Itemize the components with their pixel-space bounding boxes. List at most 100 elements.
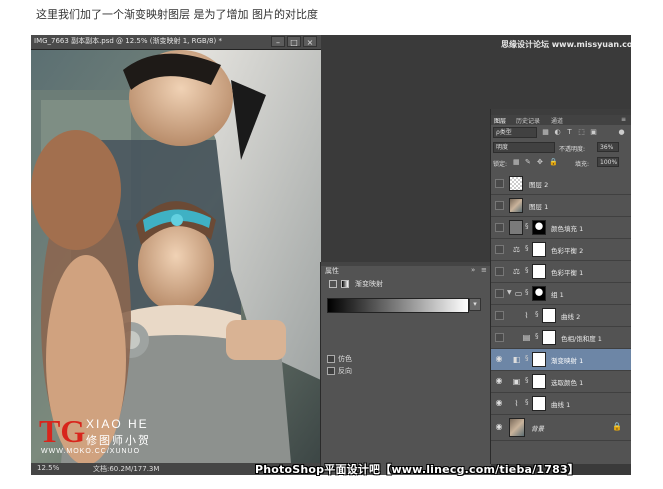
visibility-toggle[interactable] — [495, 245, 504, 254]
curves-icon: ⌇ — [514, 399, 519, 408]
lock-image-icon[interactable]: ✎ — [525, 158, 531, 166]
layer-row-selective-color-1[interactable]: ◉ ▣ § 选取颜色 1 — [491, 371, 631, 393]
layer-thumbnail — [509, 220, 523, 235]
color-balance-icon: ⚖ — [512, 267, 521, 276]
layer-row-color-balance-1[interactable]: ⚖ § 色彩平衡 1 — [491, 261, 631, 283]
chevron-down-icon[interactable]: ▼ — [507, 289, 512, 296]
layer-name: 色彩平衡 1 — [551, 269, 584, 277]
lock-transparent-icon[interactable]: ▦ — [513, 158, 520, 166]
eye-icon[interactable]: ◉ — [494, 422, 504, 432]
layer-row-hue-saturation-1[interactable]: ▤ § 色相/饱和度 1 — [491, 327, 631, 349]
visibility-toggle[interactable] — [495, 333, 504, 342]
layer-row-layer2[interactable]: 图层 2 — [491, 173, 631, 195]
reverse-checkbox[interactable] — [327, 367, 335, 375]
photo-canvas[interactable]: TG XIAO HE 修图师小贺 WWW.MOKO.CC/XUNUO — [31, 50, 321, 463]
smart-object-filter-icon[interactable]: ▣ — [589, 128, 598, 137]
visibility-toggle[interactable] — [495, 179, 504, 188]
lock-position-icon[interactable]: ✥ — [537, 158, 543, 166]
wedding-photo — [31, 50, 321, 463]
link-icon: § — [525, 288, 529, 296]
lock-all-icon[interactable]: 🔒 — [549, 158, 558, 166]
layer-row-gradient-map-1[interactable]: ◉ ◧ § 渐变映射 1 — [491, 349, 631, 371]
lock-icon: 🔒 — [612, 422, 622, 431]
link-icon: § — [525, 244, 529, 252]
layer-mask-thumbnail — [532, 220, 546, 235]
gradient-dropdown[interactable]: ▾ — [469, 298, 481, 311]
layer-row-curves-2[interactable]: ⌇ § 曲线 2 — [491, 305, 631, 327]
link-icon: § — [525, 222, 529, 230]
visibility-toggle[interactable] — [495, 289, 504, 298]
layer-thumbnail — [509, 418, 525, 437]
blend-mode-select[interactable]: 明度 — [493, 142, 555, 153]
tab-channels[interactable]: 通道 — [551, 116, 563, 125]
eye-icon[interactable]: ◉ — [494, 354, 504, 364]
layer-mask-thumbnail — [542, 308, 556, 323]
layer-thumbnail — [509, 198, 523, 213]
zoom-level[interactable]: 12.5% — [37, 464, 59, 472]
retoucher-name: XIAO HE — [86, 417, 149, 431]
opacity-field[interactable]: 36% — [597, 142, 619, 152]
dither-label: 仿色 — [338, 355, 352, 363]
visibility-toggle[interactable] — [495, 201, 504, 210]
link-icon: § — [525, 354, 529, 362]
document-title-bar[interactable]: IMG_7663 副本副本.psd @ 12.5% (渐变映射 1, RGB/8… — [31, 35, 321, 50]
article-caption: 这里我们加了一个渐变映射图层 是为了增加 图片的对比度 — [36, 8, 318, 21]
visibility-toggle[interactable] — [495, 267, 504, 276]
photo-watermark: TG XIAO HE 修图师小贺 WWW.MOKO.CC/XUNUO — [39, 415, 199, 459]
document-size: 文档:60.2M/177.3M — [93, 465, 160, 473]
layer-row-color-balance-2[interactable]: ⚖ § 色彩平衡 2 — [491, 239, 631, 261]
gradient-map-icon: ◧ — [512, 355, 521, 364]
tg-logo: TG — [39, 413, 86, 449]
panel-menu-icon[interactable]: ≡ — [621, 116, 626, 123]
blend-row: 明度 不透明度: 36% — [493, 142, 630, 154]
layer-name: 图层 2 — [529, 181, 549, 189]
link-icon: § — [525, 266, 529, 274]
fill-field[interactable]: 100% — [597, 157, 619, 167]
layer-name: 组 1 — [551, 291, 564, 299]
hue-saturation-icon: ▤ — [522, 333, 531, 342]
site-watermark-bottom: PhotoShop平面设计吧【www.linecg.com/tieba/1783… — [255, 463, 579, 476]
layer-row-group-1[interactable]: ▼ ▭ § 组 1 — [491, 283, 631, 305]
tab-layers[interactable]: 图层 — [494, 116, 506, 125]
type-filter-icon[interactable]: T — [565, 128, 574, 137]
layer-mask-thumbnail — [542, 330, 556, 345]
properties-tab[interactable]: 属性 — [325, 266, 339, 276]
reverse-option[interactable]: 反向 — [327, 366, 352, 376]
layer-name: 曲线 2 — [561, 313, 581, 321]
visibility-toggle[interactable] — [495, 223, 504, 232]
link-icon: § — [525, 376, 529, 384]
document-window: IMG_7663 副本副本.psd @ 12.5% (渐变映射 1, RGB/8… — [31, 35, 321, 475]
fill-label: 填充: — [575, 161, 590, 168]
lock-row: 锁定: ▦ ✎ ✥ 🔒 填充: 100% — [493, 157, 630, 169]
gradient-preview[interactable] — [327, 298, 469, 313]
minimize-button[interactable]: – — [271, 36, 285, 47]
curves-icon: ⌇ — [524, 311, 529, 320]
layer-mask-thumbnail — [532, 374, 546, 389]
filter-toggle-icon[interactable]: ● — [617, 128, 626, 137]
photoshop-workspace: IMG_7663 副本副本.psd @ 12.5% (渐变映射 1, RGB/8… — [31, 35, 631, 475]
eye-icon[interactable]: ◉ — [494, 398, 504, 408]
visibility-toggle[interactable] — [495, 311, 504, 320]
layer-row-layer1[interactable]: 图层 1 — [491, 195, 631, 217]
maximize-button[interactable]: □ — [287, 36, 301, 47]
layer-row-color-fill-1[interactable]: § 颜色填充 1 — [491, 217, 631, 239]
collapse-icon[interactable]: » — [471, 266, 475, 274]
adjustment-filter-icon[interactable]: ◐ — [553, 128, 562, 137]
dither-option[interactable]: 仿色 — [327, 354, 352, 364]
eye-icon[interactable]: ◉ — [494, 376, 504, 386]
properties-title: 渐变映射 — [355, 280, 383, 288]
layer-row-curves-1[interactable]: ◉ ⌇ § 曲线 1 — [491, 393, 631, 415]
selective-color-icon: ▣ — [512, 377, 521, 386]
link-icon: § — [525, 398, 529, 406]
layer-row-background[interactable]: ◉ 背景 🔒 — [491, 415, 631, 441]
pixel-filter-icon[interactable]: ▦ — [541, 128, 550, 137]
panel-menu-icon[interactable]: ≡ — [481, 266, 487, 274]
layer-filter-select[interactable]: ρ类型 — [493, 127, 537, 138]
tab-history[interactable]: 历史记录 — [516, 116, 540, 125]
close-button[interactable]: × — [303, 36, 317, 47]
group-mask-thumbnail — [532, 286, 546, 301]
layer-filter-row: ρ类型 ▦ ◐ T ⬚ ▣ ● — [493, 127, 630, 139]
shape-filter-icon[interactable]: ⬚ — [577, 128, 586, 137]
dither-checkbox[interactable] — [327, 355, 335, 363]
site-watermark-top: 思缘设计论坛 www.missyuan.com — [501, 40, 631, 49]
